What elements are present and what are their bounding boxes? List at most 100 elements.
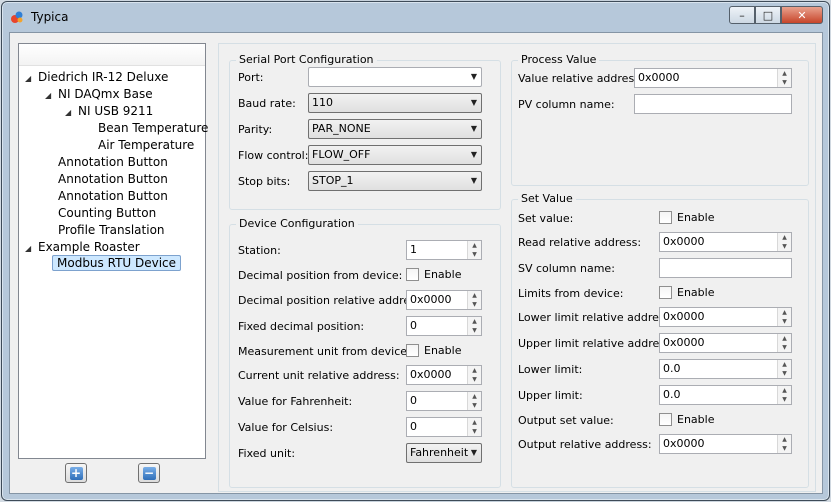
celsius-value-spinbox[interactable]: 0 ▲ ▼ — [406, 417, 482, 437]
flow-control-combo[interactable]: FLOW_OFF ▼ — [308, 145, 482, 165]
tree-item-example-roaster[interactable]: ◢ Example Roaster — [25, 239, 141, 256]
tree-item-air-temp[interactable]: Air Temperature — [97, 137, 195, 154]
spin-down-icon[interactable]: ▼ — [778, 369, 791, 378]
spin-up-icon[interactable]: ▲ — [778, 386, 791, 395]
limits-from-device-label: Limits from device: — [518, 287, 624, 300]
expand-arrow-icon[interactable]: ◢ — [65, 104, 77, 121]
sv-column-label: SV column name: — [518, 262, 615, 275]
upper-limit-label: Upper limit: — [518, 389, 583, 402]
lower-limit-address-spinbox[interactable]: 0x0000 ▲ ▼ — [659, 307, 792, 327]
spin-up-icon[interactable]: ▲ — [778, 334, 791, 343]
stop-bits-combo[interactable]: STOP_1 ▼ — [308, 171, 482, 191]
celsius-value-label: Value for Celsius: — [238, 421, 334, 434]
sv-column-input[interactable] — [659, 258, 792, 278]
spin-down-icon[interactable]: ▼ — [468, 326, 481, 335]
spin-down-icon[interactable]: ▼ — [778, 444, 791, 453]
maximize-button[interactable]: □ — [755, 6, 781, 24]
fahrenheit-value-spinbox[interactable]: 0 ▲ ▼ — [406, 391, 482, 411]
spin-down-icon[interactable]: ▼ — [468, 300, 481, 309]
spin-down-icon[interactable]: ▼ — [468, 375, 481, 384]
checkbox-icon[interactable] — [659, 211, 672, 224]
checkbox-icon[interactable] — [659, 286, 672, 299]
dropdown-arrow-icon: ▼ — [470, 124, 477, 133]
dropdown-arrow-icon: ▼ — [470, 176, 477, 185]
decimal-address-spinbox[interactable]: 0x0000 ▲ ▼ — [406, 290, 482, 310]
decimal-address-label: Decimal position relative address: — [238, 294, 426, 307]
spin-down-icon[interactable]: ▼ — [468, 427, 481, 436]
unit-address-spinbox[interactable]: 0x0000 ▲ ▼ — [406, 365, 482, 385]
pv-column-input[interactable] — [634, 94, 792, 114]
checkbox-icon[interactable] — [406, 344, 419, 357]
read-address-label: Read relative address: — [518, 236, 642, 249]
tree-item-bean-temp[interactable]: Bean Temperature — [97, 120, 209, 137]
checkbox-icon[interactable] — [406, 268, 419, 281]
spin-down-icon[interactable]: ▼ — [778, 317, 791, 326]
limits-from-device-checkbox[interactable]: Enable — [659, 286, 714, 299]
spin-up-icon[interactable]: ▲ — [778, 360, 791, 369]
lower-limit-spinbox[interactable]: 0.0 ▲ ▼ — [659, 359, 792, 379]
tree-item-annotation-2[interactable]: Annotation Button — [57, 171, 169, 188]
upper-limit-address-spinbox[interactable]: 0x0000 ▲ ▼ — [659, 333, 792, 353]
expand-arrow-icon[interactable]: ◢ — [45, 87, 57, 104]
spin-down-icon[interactable]: ▼ — [778, 343, 791, 352]
spin-up-icon[interactable]: ▲ — [468, 366, 481, 375]
tree-item-counting[interactable]: Counting Button — [57, 205, 157, 222]
tree-item-profile[interactable]: Profile Translation — [57, 222, 166, 239]
minimize-button[interactable]: – — [729, 6, 755, 24]
spin-down-icon[interactable]: ▼ — [778, 78, 791, 87]
read-address-spinbox[interactable]: 0x0000 ▲ ▼ — [659, 232, 792, 252]
window-controls: – □ ✕ — [729, 6, 823, 24]
baud-rate-combo[interactable]: 110 ▼ — [308, 93, 482, 113]
fixed-unit-combo[interactable]: Fahrenheit ▼ — [406, 443, 482, 463]
output-set-value-checkbox[interactable]: Enable — [659, 413, 714, 426]
add-node-button[interactable]: + — [65, 463, 87, 483]
tree-item-modbus[interactable]: Modbus RTU Device — [52, 255, 182, 272]
spin-down-icon[interactable]: ▼ — [778, 395, 791, 404]
tree-item-annotation-3[interactable]: Annotation Button — [57, 188, 169, 205]
unit-address-label: Current unit relative address: — [238, 369, 400, 382]
parity-combo[interactable]: PAR_NONE ▼ — [308, 119, 482, 139]
remove-node-button[interactable]: − — [138, 463, 160, 483]
spin-down-icon[interactable]: ▼ — [468, 401, 481, 410]
tree-header — [19, 44, 205, 66]
checkbox-icon[interactable] — [659, 413, 672, 426]
station-label: Station: — [238, 244, 281, 257]
fixed-unit-label: Fixed unit: — [238, 447, 296, 460]
flow-control-label: Flow control: — [238, 149, 309, 162]
output-address-spinbox[interactable]: 0x0000 ▲ ▼ — [659, 434, 792, 454]
spin-up-icon[interactable]: ▲ — [778, 435, 791, 444]
tree-item-annotation-1[interactable]: Annotation Button — [57, 154, 169, 171]
spin-up-icon[interactable]: ▲ — [468, 418, 481, 427]
pv-address-spinbox[interactable]: 0x0000 ▲ ▼ — [634, 68, 792, 88]
expand-arrow-icon[interactable]: ◢ — [25, 70, 37, 87]
fixed-decimal-spinbox[interactable]: 0 ▲ ▼ — [406, 316, 482, 336]
unit-from-device-checkbox[interactable]: Enable — [406, 344, 461, 357]
upper-limit-address-label: Upper limit relative address: — [518, 337, 675, 350]
spin-up-icon[interactable]: ▲ — [468, 317, 481, 326]
title-bar[interactable]: Typica – □ ✕ — [2, 2, 829, 32]
spin-down-icon[interactable]: ▼ — [468, 250, 481, 259]
set-value-group: Set Value Set value: Enable Read relativ… — [511, 192, 809, 488]
spin-down-icon[interactable]: ▼ — [778, 242, 791, 251]
close-button[interactable]: ✕ — [781, 6, 823, 24]
group-title: Set Value — [518, 192, 576, 205]
spin-up-icon[interactable]: ▲ — [468, 392, 481, 401]
port-combo[interactable]: ▼ — [308, 67, 482, 87]
tree-item-diedrich[interactable]: ◢ Diedrich IR-12 Deluxe — [25, 69, 169, 86]
set-value-checkbox[interactable]: Enable — [659, 211, 714, 224]
tree-item-ni-daqmx[interactable]: ◢ NI DAQmx Base — [45, 86, 154, 103]
device-tree[interactable]: ◢ Diedrich IR-12 Deluxe ◢ NI DAQmx Base ◢ N… — [18, 43, 209, 459]
spin-up-icon[interactable]: ▲ — [778, 69, 791, 78]
spin-up-icon[interactable]: ▲ — [468, 291, 481, 300]
decimal-position-checkbox[interactable]: Enable — [406, 268, 461, 281]
station-spinbox[interactable]: 1 ▲ ▼ — [406, 240, 482, 260]
pv-address-label: Value relative address: — [518, 72, 644, 85]
spin-up-icon[interactable]: ▲ — [778, 233, 791, 242]
spin-up-icon[interactable]: ▲ — [468, 241, 481, 250]
baud-rate-label: Baud rate: — [238, 97, 296, 110]
tree-item-ni-usb[interactable]: ◢ NI USB 9211 — [65, 103, 154, 120]
device-config-pane: Serial Port Configuration Port: ▼ Baud r… — [218, 43, 816, 492]
expand-arrow-icon[interactable]: ◢ — [25, 240, 37, 257]
spin-up-icon[interactable]: ▲ — [778, 308, 791, 317]
upper-limit-spinbox[interactable]: 0.0 ▲ ▼ — [659, 385, 792, 405]
